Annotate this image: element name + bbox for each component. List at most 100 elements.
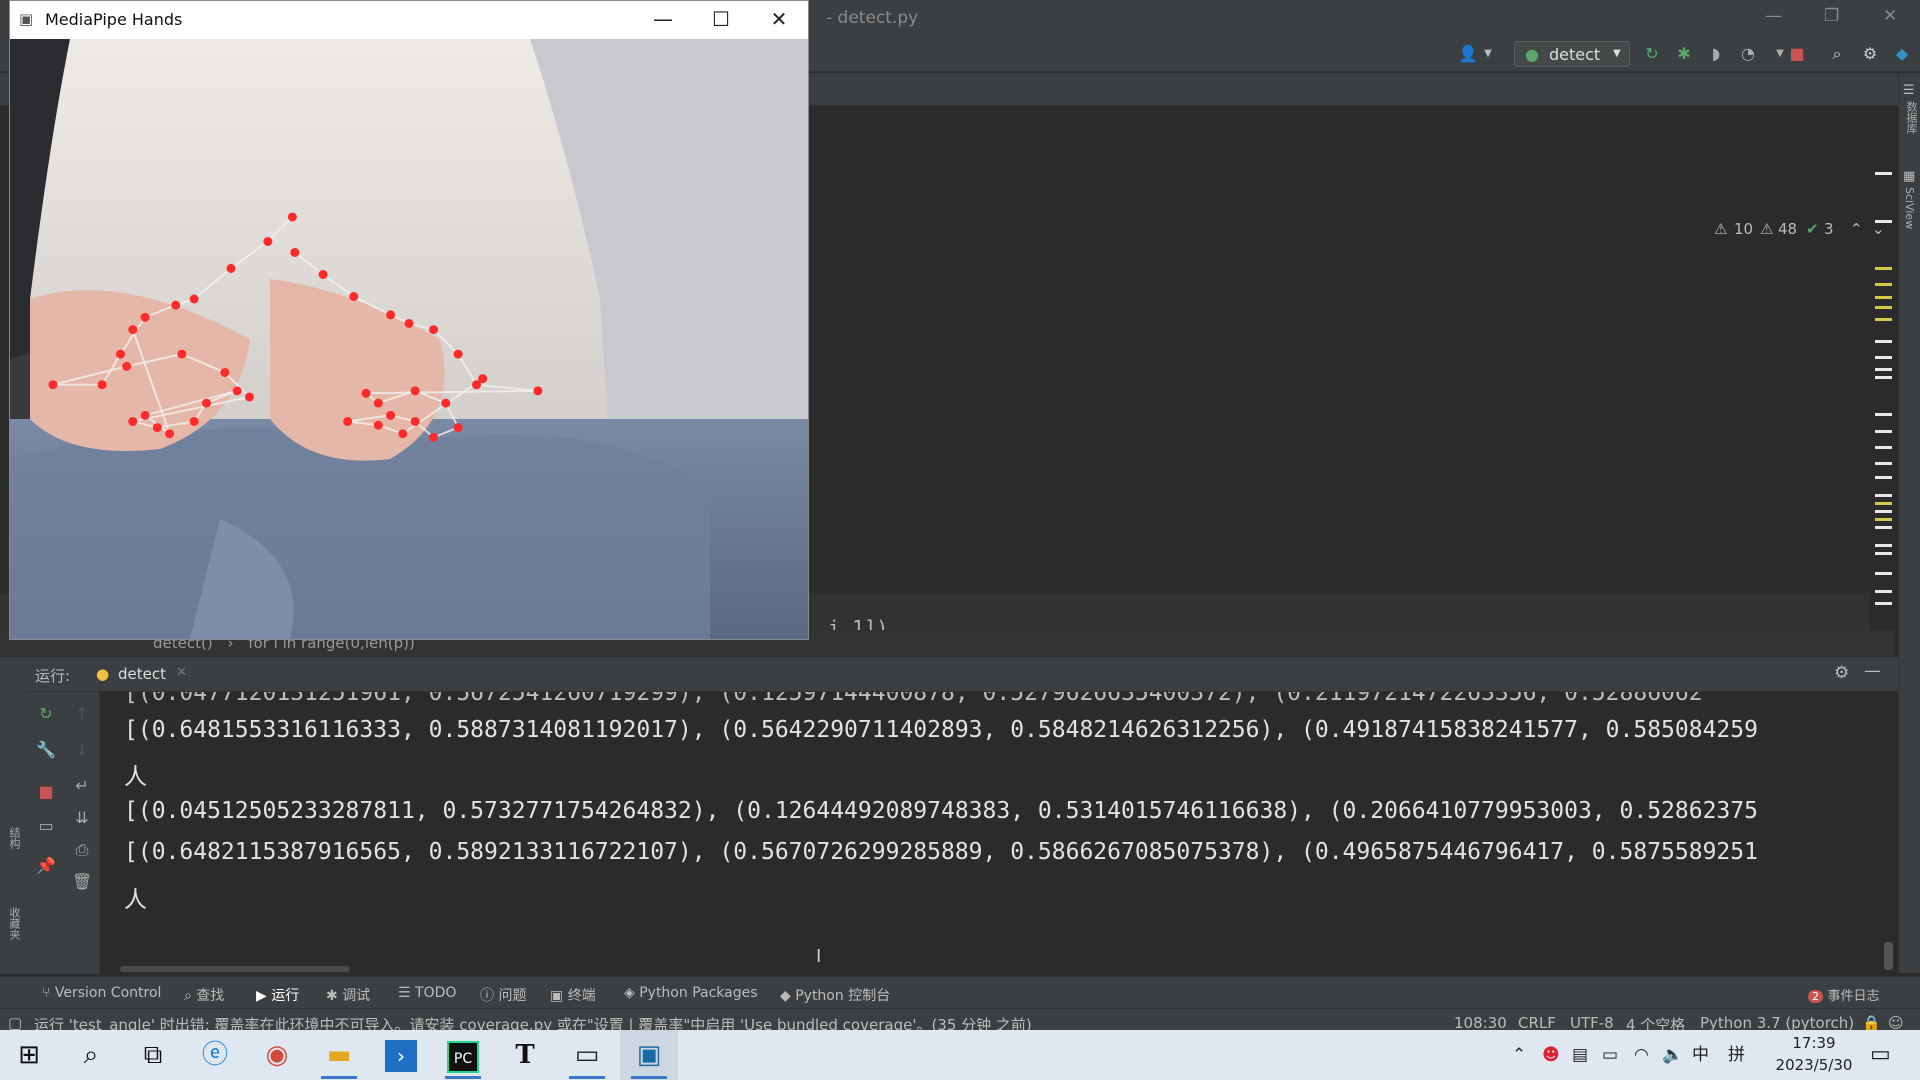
search-icon[interactable]: ⌕ xyxy=(1827,44,1847,64)
edge-icon[interactable]: ⓔ xyxy=(186,1030,244,1080)
action-center-icon[interactable]: ▭ xyxy=(1870,1030,1891,1080)
plugin-icon[interactable]: ◆ xyxy=(1892,44,1912,64)
qq-icon[interactable]: ☻ xyxy=(1542,1030,1560,1080)
windows-start-icon[interactable]: ⊞ xyxy=(0,1030,58,1080)
close-tab-icon[interactable]: ✕ xyxy=(176,665,187,680)
error-stripe-mark[interactable] xyxy=(1875,318,1892,321)
horizontal-scrollbar[interactable] xyxy=(120,966,350,972)
run-config-selector[interactable]: ● detect ▼ xyxy=(1514,41,1630,67)
settings-icon[interactable]: ⚙ xyxy=(1860,44,1880,64)
error-stripe-mark[interactable] xyxy=(1875,306,1892,309)
ime-mode[interactable]: 拼 xyxy=(1728,1030,1745,1080)
chevron-down-icon[interactable]: ▼ xyxy=(1478,44,1498,64)
error-stripe-mark[interactable] xyxy=(1875,283,1892,286)
ide-minimize-button[interactable]: — xyxy=(1765,6,1782,26)
run-tab-detect[interactable]: detect xyxy=(118,665,166,683)
ide-close-button[interactable]: ✕ xyxy=(1883,6,1897,26)
minimize-button[interactable]: — xyxy=(643,7,683,31)
wifi-icon[interactable]: ◠ xyxy=(1634,1030,1649,1080)
error-stripe-mark[interactable] xyxy=(1875,267,1892,270)
tab-run[interactable]: ▶ 运行 xyxy=(256,985,299,1005)
error-stripe-mark[interactable] xyxy=(1875,544,1892,547)
mediapipe-title-bar[interactable]: ▣ MediaPipe Hands — ☐ ✕ xyxy=(10,1,808,39)
pin-icon[interactable]: 📌 xyxy=(36,856,56,876)
error-stripe-mark[interactable] xyxy=(1875,462,1892,465)
profile-icon[interactable]: ◔ xyxy=(1738,44,1758,64)
favorites-tool-label[interactable]: 收藏夹 xyxy=(6,907,22,940)
network-app-icon[interactable]: ▤ xyxy=(1572,1030,1588,1080)
tab-python-console[interactable]: ◆ Python 控制台 xyxy=(780,985,890,1005)
sciview-tool-label[interactable]: SciView xyxy=(1903,187,1916,229)
typora-icon[interactable]: T xyxy=(496,1030,554,1080)
error-stripe-mark[interactable] xyxy=(1875,602,1892,605)
error-stripe-mark[interactable] xyxy=(1875,446,1892,449)
error-stripe-mark[interactable] xyxy=(1875,518,1892,521)
battery-icon[interactable]: ▭ xyxy=(1602,1030,1618,1080)
database-tool-label[interactable]: 数据库 xyxy=(1903,101,1919,134)
clock-time[interactable]: 17:39 xyxy=(1772,1034,1856,1052)
tab-debug[interactable]: ✱ 调试 xyxy=(326,985,370,1005)
error-stripe-mark[interactable] xyxy=(1875,572,1892,575)
clock-date[interactable]: 2023/5/30 xyxy=(1772,1056,1856,1074)
scroll-down-icon[interactable]: ↓ xyxy=(72,740,92,760)
pycharm-icon[interactable]: PC xyxy=(434,1030,492,1080)
database-icon[interactable]: ☰ xyxy=(1903,83,1915,98)
rerun-icon[interactable]: ↻ xyxy=(36,704,56,724)
wrench-icon[interactable]: 🔧 xyxy=(36,740,56,760)
error-stripe-mark[interactable] xyxy=(1875,356,1892,359)
settings-icon[interactable]: ⚙ xyxy=(1834,663,1849,683)
search-icon[interactable]: ⌕ xyxy=(62,1030,120,1080)
coverage-icon[interactable]: ◗ xyxy=(1706,44,1726,64)
typo-icon[interactable]: ✔ xyxy=(1806,220,1819,238)
error-stripe-mark[interactable] xyxy=(1875,494,1892,497)
error-stripe-mark[interactable] xyxy=(1875,526,1892,529)
layout-icon[interactable]: ▭ xyxy=(36,816,56,836)
tab-python-packages[interactable]: ◈ Python Packages xyxy=(624,985,758,1001)
print-icon[interactable]: ⎙ xyxy=(72,840,92,860)
scroll-to-end-icon[interactable]: ⇊ xyxy=(72,808,92,828)
error-stripe-mark[interactable] xyxy=(1875,510,1892,513)
close-button[interactable]: ✕ xyxy=(759,7,799,31)
error-stripe-mark[interactable] xyxy=(1875,368,1892,371)
error-stripe-mark[interactable] xyxy=(1875,476,1892,479)
terminal-icon[interactable]: ▭ xyxy=(558,1030,616,1080)
error-stripe-mark[interactable] xyxy=(1875,430,1892,433)
trash-icon[interactable]: 🗑 xyxy=(72,872,92,892)
structure-tool-label[interactable]: 结构 xyxy=(6,827,22,849)
task-view-icon[interactable]: ⧉ xyxy=(124,1030,182,1080)
tab-terminal[interactable]: ▣ 终端 xyxy=(550,985,596,1005)
tab-todo[interactable]: ☰ TODO xyxy=(398,985,456,1001)
warning-icon[interactable]: ⚠ xyxy=(1714,220,1727,238)
volume-icon[interactable]: 🔈 xyxy=(1662,1030,1683,1080)
vertical-scrollbar[interactable] xyxy=(1884,942,1893,970)
mediapipe-window-icon[interactable]: ▣ xyxy=(620,1030,678,1080)
error-stripe-mark[interactable] xyxy=(1875,552,1892,555)
sciview-icon[interactable]: ▦ xyxy=(1903,169,1915,184)
tab-find[interactable]: ⌕ 查找 xyxy=(184,985,224,1005)
ime-language[interactable]: 中 xyxy=(1692,1030,1709,1080)
error-stripe-mark[interactable] xyxy=(1875,172,1892,175)
chrome-icon[interactable]: ◉ xyxy=(248,1030,306,1080)
error-stripe-mark[interactable] xyxy=(1875,590,1892,593)
scroll-up-icon[interactable]: ↑ xyxy=(72,704,92,724)
show-hidden-icons-icon[interactable]: ⌃ xyxy=(1512,1030,1526,1080)
error-stripe-mark[interactable] xyxy=(1875,413,1892,416)
error-stripe-mark[interactable] xyxy=(1875,502,1892,505)
hide-panel-icon[interactable]: — xyxy=(1864,661,1881,681)
error-stripe-mark[interactable] xyxy=(1875,340,1892,343)
user-icon[interactable]: 👤 xyxy=(1458,44,1478,64)
debug-icon[interactable]: ✱ xyxy=(1674,44,1694,64)
error-stripe-mark[interactable] xyxy=(1875,220,1892,223)
run-console-output[interactable]: [(0.0477120131251961, 0.5672541260719299… xyxy=(100,692,1898,974)
tab-problems[interactable]: ⓘ 问题 xyxy=(480,985,526,1005)
ide-restore-button[interactable]: ❐ xyxy=(1824,6,1839,26)
mediapipe-window[interactable]: ▣ MediaPipe Hands — ☐ ✕ xyxy=(9,0,809,640)
soft-wrap-icon[interactable]: ↵ xyxy=(72,776,92,796)
visual-studio-icon[interactable]: › xyxy=(372,1030,430,1080)
event-log-button[interactable]: 2 事件日志 xyxy=(1808,985,1879,1004)
rerun-icon[interactable]: ↻ xyxy=(1642,44,1662,64)
stop-icon[interactable]: ■ xyxy=(1787,44,1807,64)
file-explorer-icon[interactable]: ▬ xyxy=(310,1030,368,1080)
tab-version-control[interactable]: ⑂ Version Control xyxy=(42,985,161,1001)
chevron-up-icon[interactable]: ⌃ xyxy=(1850,220,1863,238)
